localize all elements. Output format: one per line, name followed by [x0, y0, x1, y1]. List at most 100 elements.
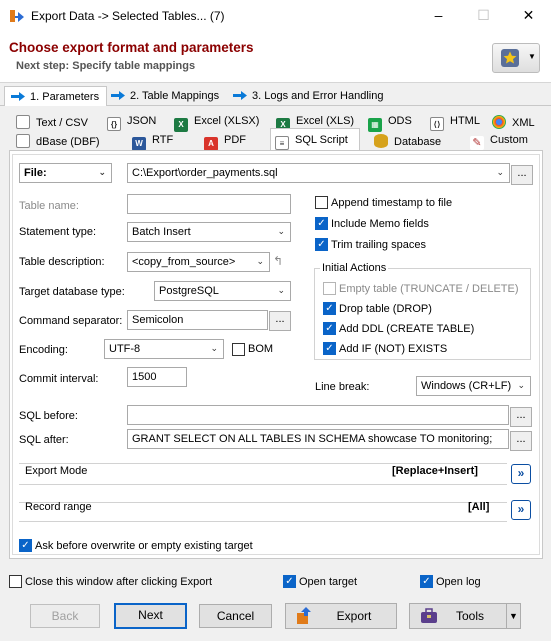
ask-overwrite-label: Ask before overwrite or empty existing t… — [35, 540, 253, 552]
format-tab-xml[interactable]: XML — [492, 112, 542, 131]
back-button[interactable]: Back — [30, 604, 100, 628]
format-tab-html[interactable]: ⟨⟩ HTML — [430, 112, 488, 131]
chevron-down-icon: ⌄ — [517, 380, 525, 390]
window-title: Export Data -> Selected Tables... (7) — [31, 9, 225, 23]
statement-type-select[interactable]: Batch Insert ⌄ — [127, 222, 291, 242]
format-label: PDF — [224, 134, 246, 146]
format-label: Excel (XLSX) — [194, 115, 260, 127]
arrow-right-icon — [233, 91, 247, 100]
format-label: Custom — [490, 134, 528, 146]
command-separator-input[interactable]: Semicolon — [127, 310, 268, 330]
pencil-icon: ✎ — [470, 136, 484, 150]
cancel-button[interactable]: Cancel — [199, 604, 272, 628]
tools-button[interactable]: Tools — [409, 603, 521, 629]
chevron-down-icon: ⌄ — [277, 226, 285, 236]
target-database-select[interactable]: PostgreSQL ⌄ — [154, 281, 291, 301]
format-tab-sql-script[interactable]: ≡ SQL Script — [270, 128, 360, 151]
browse-file-button[interactable]: ... — [511, 165, 533, 185]
favorites-button[interactable]: ▼ — [492, 43, 540, 73]
arrow-right-icon — [11, 92, 25, 101]
format-tab-database[interactable]: Database — [374, 131, 450, 150]
select-value: PostgreSQL — [159, 285, 219, 297]
export-button[interactable]: Export — [285, 603, 397, 629]
close-after-export-checkbox[interactable] — [9, 575, 22, 588]
close-button[interactable]: ✕ — [506, 0, 551, 31]
commit-interval-input[interactable]: 1500 — [127, 367, 187, 387]
chevron-down-icon: ⌄ — [98, 167, 106, 177]
toolbox-icon — [420, 608, 438, 632]
encoding-label: Encoding: — [19, 344, 68, 356]
record-range-label: Record range — [25, 501, 92, 513]
tab-label: 2. Table Mappings — [130, 90, 220, 102]
tab-table-mappings[interactable]: 2. Table Mappings — [105, 86, 226, 106]
tab-parameters[interactable]: 1. Parameters — [4, 86, 108, 106]
sql-after-input[interactable]: GRANT SELECT ON ALL TABLES IN SCHEMA sho… — [127, 429, 509, 449]
table-name-input[interactable] — [127, 194, 291, 214]
append-timestamp-label: Append timestamp to file — [331, 197, 453, 209]
trim-trailing-label: Trim trailing spaces — [331, 239, 426, 251]
format-tab-dbase[interactable]: dBase (DBF) — [16, 131, 108, 150]
sql-before-input[interactable] — [127, 405, 509, 425]
trim-trailing-checkbox[interactable]: ✓ — [315, 238, 328, 251]
document-icon — [16, 134, 30, 148]
format-tab-xlsx[interactable]: X Excel (XLSX) — [174, 112, 264, 132]
sql-before-label: SQL before: — [19, 410, 78, 422]
file-path-combo[interactable]: C:\Export\order_payments.sql ⌄ — [127, 163, 510, 183]
excel-icon: X — [174, 118, 188, 132]
spreadsheet-icon: ▦ — [368, 118, 382, 132]
chevron-down-icon: ▼ — [528, 52, 536, 61]
line-break-label: Line break: — [315, 381, 370, 393]
format-tab-custom[interactable]: ✎ Custom — [470, 131, 542, 150]
page-subtitle: Next step: Specify table mappings — [16, 60, 196, 72]
record-range-expand-button[interactable]: » — [511, 500, 531, 520]
minimize-button[interactable]: – — [416, 0, 461, 31]
table-name-label: Table name: — [19, 200, 79, 212]
app-icon — [9, 8, 25, 24]
table-description-combo[interactable]: <copy_from_source> ⌄ — [127, 252, 270, 272]
sql-before-button[interactable]: ... — [510, 407, 532, 427]
format-label: ODS — [388, 115, 412, 127]
ask-overwrite-checkbox[interactable]: ✓ — [19, 539, 32, 552]
add-if-exists-label: Add IF (NOT) EXISTS — [339, 343, 448, 355]
open-target-checkbox[interactable]: ✓ — [283, 575, 296, 588]
maximize-button[interactable]: ☐ — [461, 0, 506, 31]
format-label: SQL Script — [295, 134, 348, 146]
tools-dropdown-button[interactable]: ▼ — [506, 603, 521, 629]
next-button[interactable]: Next — [114, 603, 187, 629]
select-value: <copy_from_source> — [132, 256, 236, 268]
reset-arrow-icon[interactable]: ↰ — [273, 254, 283, 268]
database-icon — [374, 134, 388, 148]
format-tab-json[interactable]: {} JSON — [107, 112, 167, 131]
add-ddl-checkbox[interactable]: ✓ — [323, 322, 336, 335]
export-mode-expand-button[interactable]: » — [511, 464, 531, 484]
file-type-select[interactable]: File: ⌄ — [19, 163, 112, 183]
tab-logs-error-handling[interactable]: 3. Logs and Error Handling — [227, 86, 390, 106]
format-tab-rtf[interactable]: W RTF — [132, 131, 192, 151]
add-if-exists-checkbox[interactable]: ✓ — [323, 342, 336, 355]
format-tab-ods[interactable]: ▦ ODS — [368, 112, 428, 132]
format-label: JSON — [127, 115, 157, 127]
bom-checkbox[interactable] — [232, 343, 245, 356]
format-tab-pdf[interactable]: A PDF — [204, 131, 262, 151]
select-value: File: — [24, 167, 47, 179]
line-break-select[interactable]: Windows (CR+LF) ⌄ — [416, 376, 531, 396]
sql-after-button[interactable]: ... — [510, 431, 532, 451]
encoding-select[interactable]: UTF-8 ⌄ — [104, 339, 224, 359]
select-value: C:\Export\order_payments.sql — [132, 167, 278, 179]
browser-icon — [492, 115, 506, 129]
include-memo-checkbox[interactable]: ✓ — [315, 217, 328, 230]
format-label: Database — [394, 136, 442, 148]
drop-table-checkbox[interactable]: ✓ — [323, 302, 336, 315]
initial-actions-label: Initial Actions — [320, 262, 389, 274]
script-icon: ≡ — [275, 136, 289, 150]
open-log-checkbox[interactable]: ✓ — [420, 575, 433, 588]
select-value: Windows (CR+LF) — [421, 380, 512, 392]
tab-label: 3. Logs and Error Handling — [252, 90, 384, 102]
html-icon: ⟨⟩ — [430, 117, 444, 131]
empty-table-checkbox[interactable] — [323, 282, 336, 295]
format-tab-text-csv[interactable]: Text / CSV — [16, 112, 100, 131]
command-separator-button[interactable]: ... — [269, 311, 291, 331]
word-icon: W — [132, 137, 146, 151]
append-timestamp-checkbox[interactable] — [315, 196, 328, 209]
export-mode-label: Export Mode — [25, 465, 88, 477]
